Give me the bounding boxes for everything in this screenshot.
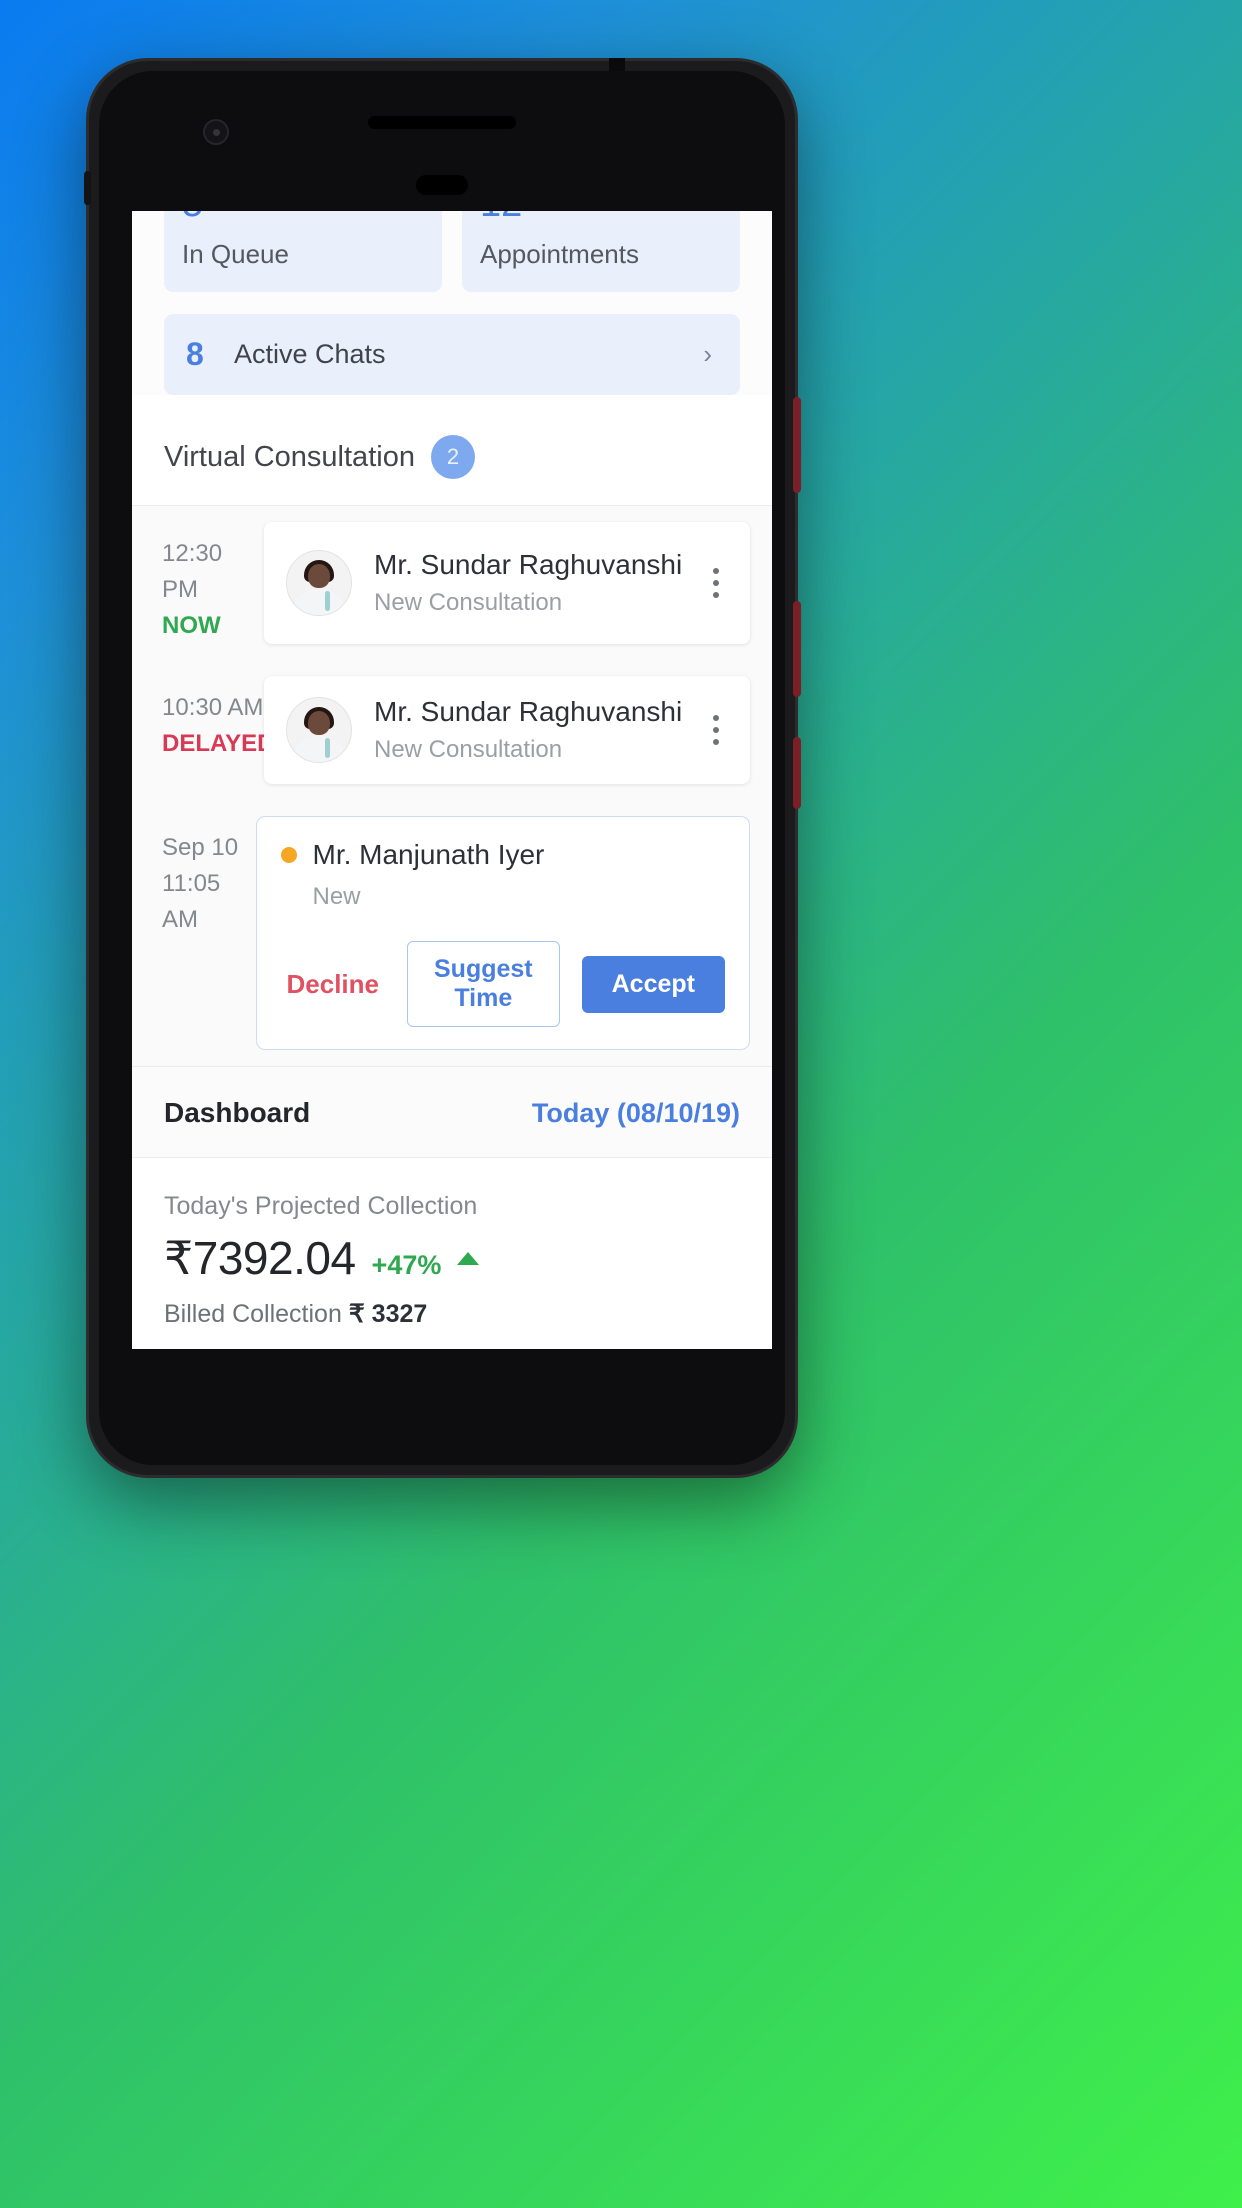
stat-card-in-queue[interactable]: 5 In Queue <box>164 211 442 292</box>
appointment-list: 12:30 PM NOW Mr. Sundar Raghuvanshi New … <box>132 506 772 1066</box>
collection-section: Today's Projected Collection ₹7392.04 +4… <box>132 1158 772 1329</box>
virtual-consultation-badge: 2 <box>430 435 475 479</box>
chevron-right-icon[interactable]: › <box>703 339 718 370</box>
speaker-grille <box>368 116 516 129</box>
request-subtitle: New <box>312 883 361 910</box>
antenna-strip <box>609 58 625 72</box>
request-time: 11:05 AM <box>162 870 221 933</box>
appointment-status: NOW <box>162 612 221 639</box>
appointments-label: Appointments <box>480 239 639 269</box>
collection-change-pct: +47% <box>371 1250 442 1280</box>
dashboard-date-filter[interactable]: Today (08/10/19) <box>532 1098 740 1129</box>
consultation-type: New Consultation <box>374 589 563 616</box>
section-title: Virtual Consultation <box>164 440 415 473</box>
request-header: Mr. Manjunath Iyer <box>280 839 726 871</box>
status-dot-icon <box>280 847 297 863</box>
appointment-time: 12:30 PM <box>162 540 223 603</box>
more-options-icon[interactable] <box>700 715 740 745</box>
decline-button[interactable]: Decline <box>281 961 386 1008</box>
billed-collection: Billed Collection ₹ 3327 <box>164 1299 740 1329</box>
appointment-status: DELAYED <box>162 730 275 757</box>
volume-down-button[interactable] <box>793 601 801 697</box>
request-patient-name: Mr. Manjunath Iyer <box>312 839 545 870</box>
earpiece <box>416 175 468 195</box>
dashboard-header: Dashboard Today (08/10/19) <box>132 1066 772 1158</box>
appointment-row[interactable]: 10:30 AM DELAYED Mr. Sundar Raghuvanshi … <box>132 660 772 800</box>
active-chats-card[interactable]: 8 Active Chats › <box>164 314 740 395</box>
appointment-time: 10:30 AM <box>162 694 264 721</box>
request-date: Sep 10 <box>162 834 239 861</box>
billed-collection-label: Billed Collection <box>164 1300 342 1328</box>
power-button[interactable] <box>793 737 801 809</box>
projected-collection-label: Today's Projected Collection <box>164 1192 478 1220</box>
appointment-info: Mr. Sundar Raghuvanshi New Consultation <box>352 696 700 764</box>
more-options-icon[interactable] <box>700 568 740 598</box>
phone-bezel: 5 In Queue 12 Appointments 8 Active Chat… <box>99 71 785 1465</box>
in-queue-label: In Queue <box>182 239 289 269</box>
appointment-card[interactable]: Mr. Sundar Raghuvanshi New Consultation <box>264 676 750 784</box>
billed-collection-amount: ₹ 3327 <box>348 1300 428 1328</box>
suggest-time-button[interactable]: Suggest Time <box>407 941 560 1027</box>
appointments-value: 12 <box>480 211 722 223</box>
appointment-card[interactable]: Mr. Sundar Raghuvanshi New Consultation <box>264 522 750 644</box>
patient-name: Mr. Sundar Raghuvanshi <box>374 549 683 580</box>
appointment-time-block: 12:30 PM NOW <box>132 522 264 644</box>
appointment-request-card[interactable]: Mr. Manjunath Iyer New Decline Suggest T… <box>255 816 750 1050</box>
projected-collection-amount: ₹7392.04 <box>164 1232 356 1284</box>
request-actions: Decline Suggest Time Accept <box>281 941 725 1027</box>
stats-section: 5 In Queue 12 Appointments 8 Active Chat… <box>132 211 772 395</box>
appointment-request-row[interactable]: Sep 10 11:05 AM Mr. Manjunath Iyer New D… <box>132 800 772 1066</box>
active-chats-label: Active Chats <box>234 339 386 369</box>
avatar <box>286 697 352 763</box>
left-side-button[interactable] <box>84 171 91 205</box>
active-chats-count: 8 <box>186 336 204 372</box>
patient-name: Mr. Sundar Raghuvanshi <box>374 696 683 727</box>
in-queue-value: 5 <box>182 211 424 223</box>
appointment-info: Mr. Sundar Raghuvanshi New Consultation <box>352 549 700 617</box>
appointment-row[interactable]: 12:30 PM NOW Mr. Sundar Raghuvanshi New … <box>132 506 772 660</box>
front-camera-icon <box>203 119 229 145</box>
volume-up-button[interactable] <box>793 397 801 493</box>
stat-cards-row: 5 In Queue 12 Appointments <box>164 211 740 292</box>
virtual-consultation-header: Virtual Consultation 2 <box>132 395 772 506</box>
accept-button[interactable]: Accept <box>581 955 725 1013</box>
phone-device: 5 In Queue 12 Appointments 8 Active Chat… <box>84 58 801 1478</box>
projected-collection-row: ₹7392.04 +47% <box>164 1231 740 1285</box>
dashboard-title: Dashboard <box>164 1097 311 1128</box>
app-screen: 5 In Queue 12 Appointments 8 Active Chat… <box>132 211 772 1349</box>
trend-up-icon <box>457 1251 480 1265</box>
appointment-time-block: 10:30 AM DELAYED <box>132 676 275 784</box>
request-time-block: Sep 10 11:05 AM <box>132 816 256 1050</box>
stat-card-appointments[interactable]: 12 Appointments <box>462 211 740 292</box>
chart-legend: In Clinic Consultations Virtual Consulta… <box>132 1329 772 1349</box>
consultation-type: New Consultation <box>374 736 563 763</box>
avatar <box>286 550 352 616</box>
